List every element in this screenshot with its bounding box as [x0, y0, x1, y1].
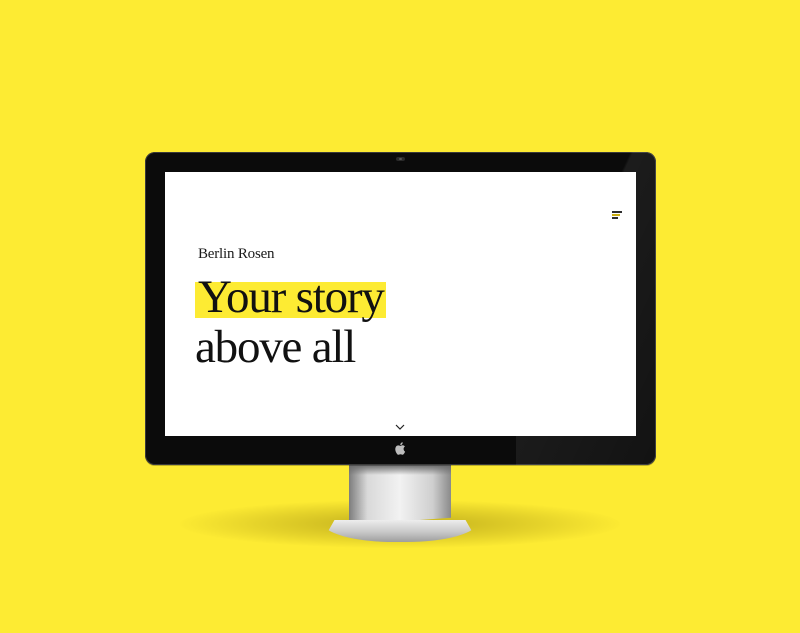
monitor-stand-neck: [349, 465, 451, 525]
headline-line-2: above all: [195, 321, 356, 373]
camera-icon: [396, 157, 405, 161]
website-screen: Berlin Rosen Your story above all: [165, 172, 636, 436]
headline-line-1: Your story: [195, 271, 386, 323]
apple-icon: [394, 442, 406, 456]
hamburger-menu-icon[interactable]: [612, 211, 624, 220]
site-logo[interactable]: Berlin Rosen: [198, 246, 275, 263]
hero-headline: Your story above all: [195, 271, 386, 373]
chevron-down-icon[interactable]: [395, 419, 405, 430]
monitor-bezel: Berlin Rosen Your story above all: [145, 152, 656, 465]
mockup-stage: Berlin Rosen Your story above all: [0, 0, 800, 633]
